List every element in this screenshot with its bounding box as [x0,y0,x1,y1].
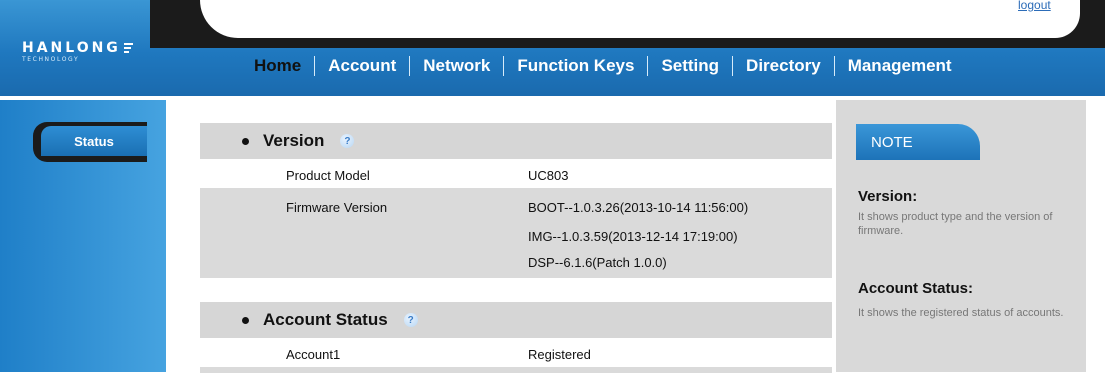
nav-account[interactable]: Account [315,55,409,77]
table-row: Product Model UC803 [200,164,832,186]
nav-function-keys[interactable]: Function Keys [504,55,647,77]
row-value: Registered [528,347,591,362]
nav-home[interactable]: Home [246,55,314,77]
note-heading: Account Status: [858,280,974,297]
logout-link[interactable]: logout [1018,0,1051,14]
question-icon[interactable]: ? [403,313,418,327]
row-key: Firmware Version [286,200,388,215]
row-key: Account1 [286,347,341,362]
table-row: Firmware Version BOOT--1.0.3.26(2013-10-… [200,188,832,278]
main-nav: Home Account Network Function Keys Setti… [246,54,965,78]
section-title: Version [263,131,325,150]
sidebar-item-status[interactable]: Status [41,126,147,156]
bullet-icon [242,137,249,145]
row-value: DSP--6.1.6(Patch 1.0.0) [528,255,667,270]
header-top-white [200,0,1080,38]
section-header-version: Version ? [200,123,832,159]
note-text: It shows product type and the version of… [858,211,1053,237]
logo-subtext: TECHNOLOGY [22,56,80,63]
logo-text: HANLONG [22,40,121,56]
row-value: IMG--1.0.3.59(2013-12-14 17:19:00) [528,229,738,244]
row-value: UC803 [528,168,569,183]
note-panel: NOTE Version: It shows product type and … [836,100,1086,372]
nav-setting[interactable]: Setting [648,55,732,77]
bullet-icon [242,316,249,324]
note-text: It shows the registered status of accoun… [858,307,1064,319]
table-row: Account1 Registered [200,343,832,365]
section-title: Account Status [263,310,388,329]
header: logout HANLONG TECHNOLOGY Home Account N… [0,0,1105,96]
table-row [200,367,832,373]
nav-network[interactable]: Network [410,55,503,77]
row-value: BOOT--1.0.3.26(2013-10-14 11:56:00) [528,200,749,215]
sidebar: Status [0,100,166,372]
logo: HANLONG TECHNOLOGY [22,40,152,63]
note-tab: NOTE [856,124,980,160]
question-icon[interactable]: ? [340,134,355,148]
logo-mark-icon [123,43,133,53]
row-key: Product Model [286,168,370,183]
note-heading: Version: [858,188,918,205]
section-header-account-status: Account Status ? [200,302,832,338]
nav-management[interactable]: Management [835,55,965,77]
nav-directory[interactable]: Directory [733,55,834,77]
